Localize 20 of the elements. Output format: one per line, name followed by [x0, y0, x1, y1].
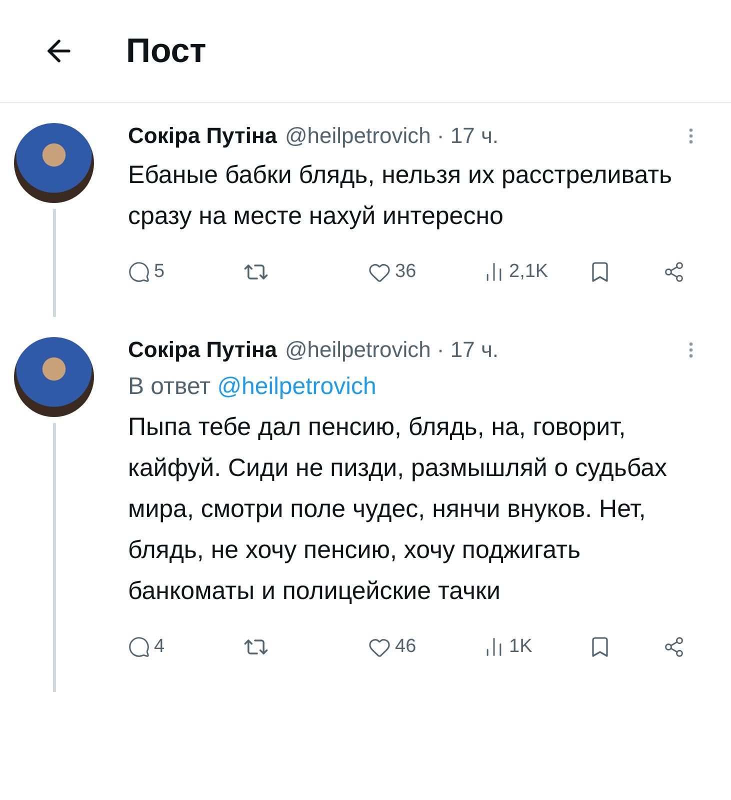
- share-icon: [663, 636, 685, 658]
- share-button[interactable]: [663, 259, 685, 285]
- share-icon: [663, 261, 685, 283]
- like-button[interactable]: 46: [368, 634, 416, 660]
- post-text: Пыпа тебе дал пенсию, блядь, на, говорит, кайфуй. Сиди не пизди, размышляй о судьбах мира, смотри поле чудес, нянчи внуков. Нет, блядь, не хочу пенсию, хочу поджигать банкоматы и полицейские тачки: [128, 412, 668, 607]
- views-button[interactable]: 1K: [483, 634, 532, 660]
- share-button[interactable]: [663, 634, 685, 660]
- post-text: Ебаные бабки блядь, нельзя их расстреливать сразу на месте нахуй интересно: [128, 160, 674, 232]
- comment-icon: [128, 261, 150, 283]
- comment-icon: [128, 636, 150, 658]
- reply-button[interactable]: 4: [128, 634, 165, 660]
- author-name[interactable]: Сокіра Путіна: [128, 337, 277, 363]
- views-button[interactable]: 2,1K: [483, 259, 548, 285]
- handle-time: @heilpetrovich · 17 ч.: [284, 337, 499, 363]
- reply-button[interactable]: 5: [128, 259, 165, 285]
- author-name[interactable]: Сокіра Путіна: [128, 123, 277, 149]
- reply-context: В ответ @heilpetrovich: [128, 373, 378, 401]
- handle-time: @heilpetrovich · 17 ч.: [284, 123, 499, 149]
- page-title: Пост: [126, 32, 206, 70]
- like-button[interactable]: 36: [368, 259, 416, 285]
